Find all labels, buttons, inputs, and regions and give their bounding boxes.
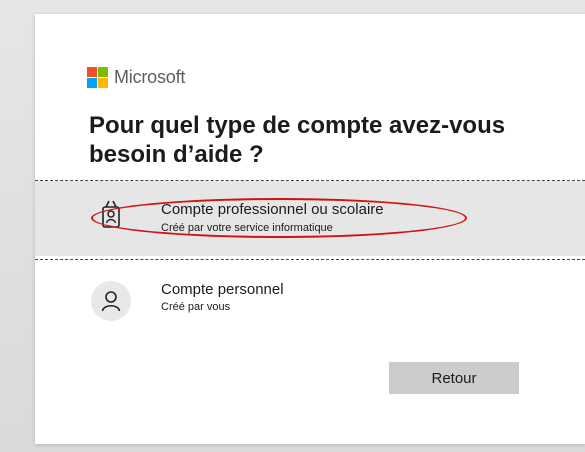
brand-header: Microsoft <box>87 67 185 88</box>
brand-name: Microsoft <box>114 67 186 87</box>
microsoft-logo-icon <box>87 67 108 88</box>
page-title: Pour quel type de compte avez-vous besoi… <box>89 112 506 168</box>
option-label: Compte professionnel ou scolaire <box>161 201 384 218</box>
account-type-dialog: Microsoft Pour quel type de compte avez-… <box>35 14 585 444</box>
id-badge-icon <box>91 194 131 234</box>
option-description: Créé par votre service informatique <box>161 222 333 234</box>
back-button[interactable]: Retour <box>389 362 519 394</box>
option-personal-account[interactable]: Compte personnel Créé par vous <box>35 260 585 335</box>
option-description: Créé par vous <box>161 301 231 313</box>
option-label: Compte personnel <box>161 281 284 298</box>
person-icon <box>91 281 131 321</box>
option-work-school-account[interactable]: Compte professionnel ou scolaire Créé pa… <box>35 181 585 256</box>
